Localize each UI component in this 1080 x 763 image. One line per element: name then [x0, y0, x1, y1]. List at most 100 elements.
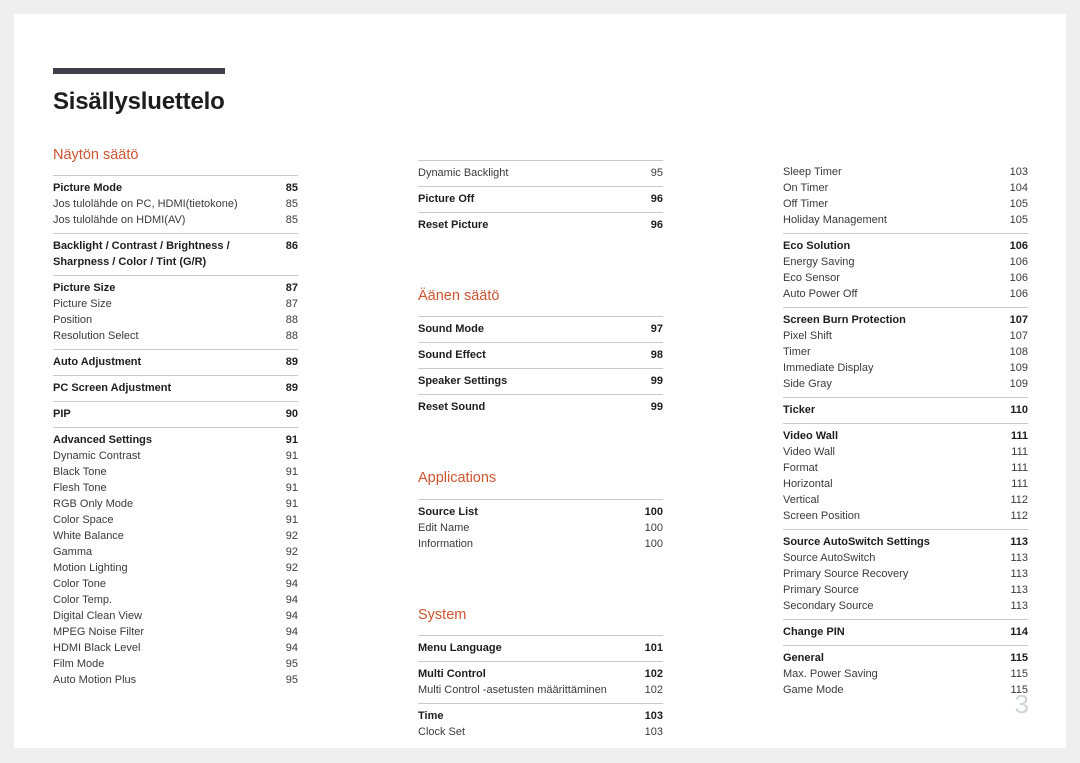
- toc-entry-heading[interactable]: Screen Burn Protection 107: [783, 312, 1028, 328]
- toc-entry-heading[interactable]: Ticker 110: [783, 402, 1028, 418]
- toc-entry-page: 94: [285, 578, 298, 591]
- toc-entry-heading[interactable]: Picture Mode 85: [53, 180, 298, 196]
- toc-entry[interactable]: Max. Power Saving 115: [783, 666, 1028, 682]
- toc-entry[interactable]: Vertical 112: [783, 492, 1028, 508]
- toc-group: General 115 Max. Power Saving 115 Game Mode 1…: [783, 645, 1028, 703]
- toc-entry[interactable]: Game Mode 115: [783, 682, 1028, 698]
- toc-entry-heading[interactable]: Source List 100: [418, 504, 663, 520]
- toc-entry[interactable]: Gamma 92: [53, 544, 298, 560]
- toc-entry-heading[interactable]: Sound Mode 97: [418, 321, 663, 337]
- toc-entry[interactable]: Picture Size 87: [53, 296, 298, 312]
- toc-entry-page: 94: [285, 642, 298, 655]
- toc-column-1: Näytön säätö Picture Mode 85 Jos tulolähde …: [53, 147, 298, 745]
- toc-entry[interactable]: Position 88: [53, 312, 298, 328]
- toc-entry-label: Picture Mode: [53, 182, 123, 195]
- toc-entry[interactable]: Information 100: [418, 536, 663, 552]
- toc-entry[interactable]: Primary Source 113: [783, 582, 1028, 598]
- toc-entry-label: PIP: [53, 408, 71, 421]
- toc-entry[interactable]: Source AutoSwitch 113: [783, 550, 1028, 566]
- toc-entry-label: Side Gray: [783, 378, 832, 390]
- toc-entry[interactable]: HDMI Black Level 94: [53, 640, 298, 656]
- toc-entry-heading[interactable]: Eco Solution 106: [783, 238, 1028, 254]
- toc-entry[interactable]: MPEG Noise Filter 94: [53, 624, 298, 640]
- toc-entry-page: 98: [650, 349, 663, 362]
- toc-entry[interactable]: Clock Set 103: [418, 724, 663, 740]
- toc-entry[interactable]: Screen Position 112: [783, 508, 1028, 524]
- toc-entry[interactable]: Color Space 91: [53, 512, 298, 528]
- toc-entry-heading[interactable]: Menu Language 101: [418, 640, 663, 656]
- toc-entry[interactable]: Auto Motion Plus 95: [53, 672, 298, 688]
- toc-entry-heading[interactable]: Auto Adjustment 89: [53, 354, 298, 370]
- toc-column-3: Sleep Timer 103 On Timer 104 Off Timer 105 Hol…: [783, 147, 1028, 745]
- toc-entry-heading[interactable]: Video Wall 111: [783, 428, 1028, 444]
- toc-entry-page: 107: [1009, 330, 1028, 342]
- toc-entry[interactable]: Edit Name 100: [418, 520, 663, 536]
- toc-entry-label: Motion Lighting: [53, 562, 128, 575]
- toc-entry-heading[interactable]: Sound Effect 98: [418, 347, 663, 363]
- toc-entry[interactable]: White Balance 92: [53, 528, 298, 544]
- toc-entry[interactable]: Energy Saving 106: [783, 254, 1028, 270]
- toc-entry[interactable]: Auto Power Off 106: [783, 286, 1028, 302]
- toc-entry-heading[interactable]: Time 103: [418, 708, 663, 724]
- title-block: Sisällysluettelo: [53, 68, 225, 116]
- toc-entry-heading[interactable]: General 115: [783, 650, 1028, 666]
- toc-entry-heading[interactable]: Reset Sound 99: [418, 399, 663, 415]
- toc-entry[interactable]: Multi Control -asetusten määrittäminen 10…: [418, 682, 663, 698]
- toc-entry-page: 96: [650, 193, 663, 205]
- toc-entry[interactable]: Color Tone 94: [53, 576, 298, 592]
- toc-entry[interactable]: Eco Sensor 106: [783, 270, 1028, 286]
- toc-entry[interactable]: Timer 108: [783, 344, 1028, 360]
- toc-entry[interactable]: Pixel Shift 107: [783, 328, 1028, 344]
- section-heading: Näytön säätö: [53, 147, 139, 163]
- toc-entry-page: 115: [1010, 668, 1028, 680]
- toc-entry-heading[interactable]: Picture Size 87: [53, 280, 298, 296]
- toc-entry[interactable]: Primary Source Recovery 113: [783, 566, 1028, 582]
- toc-entry[interactable]: Side Gray 109: [783, 376, 1028, 392]
- toc-entry[interactable]: Color Temp. 94: [53, 592, 298, 608]
- toc-entry[interactable]: Horizontal 111: [783, 476, 1028, 492]
- toc-entry-label: Picture Off: [418, 193, 475, 205]
- toc-entry[interactable]: Motion Lighting 92: [53, 560, 298, 576]
- toc-entry-label: Auto Adjustment: [53, 356, 142, 369]
- toc-entry-heading[interactable]: Reset Picture 96: [418, 217, 663, 233]
- toc-entry[interactable]: Secondary Source 113: [783, 598, 1028, 614]
- toc-entry-label: Game Mode: [783, 684, 844, 696]
- toc-entry[interactable]: Resolution Select 88: [53, 328, 298, 344]
- toc-group: Speaker Settings 99: [418, 368, 663, 394]
- toc-group: Source List 100 Edit Name 100 Information 100: [418, 498, 663, 557]
- toc-entry-heading[interactable]: Source AutoSwitch Settings 113: [783, 534, 1028, 550]
- toc-entry[interactable]: Sleep Timer 103: [783, 164, 1028, 180]
- toc-entry[interactable]: On Timer 104: [783, 180, 1028, 196]
- toc-entry[interactable]: Digital Clean View 94: [53, 608, 298, 624]
- toc-entry-heading[interactable]: PC Screen Adjustment 89: [53, 380, 298, 396]
- toc-entry[interactable]: Black Tone 91: [53, 464, 298, 480]
- toc-entry[interactable]: Immediate Display 109: [783, 360, 1028, 376]
- toc-entry-heading[interactable]: Backlight / Contrast / Brightness / Shar…: [53, 238, 298, 270]
- toc-group: Time 103 Clock Set 103: [418, 703, 663, 745]
- toc-entry[interactable]: Dynamic Contrast 91: [53, 448, 298, 464]
- toc-entry[interactable]: Off Timer 105: [783, 196, 1028, 212]
- toc-entry-heading[interactable]: PIP 90: [53, 406, 298, 422]
- toc-entry[interactable]: Film Mode 95: [53, 656, 298, 672]
- toc-entry-label: Auto Motion Plus: [53, 674, 137, 687]
- toc-entry-label: Pixel Shift: [783, 330, 832, 342]
- toc-entry-label: Horizontal: [783, 478, 833, 490]
- toc-entry-heading[interactable]: Multi Control 102: [418, 666, 663, 682]
- toc-entry-heading[interactable]: Change PIN 114: [783, 624, 1028, 640]
- toc-entry-label: Resolution Select: [53, 330, 139, 343]
- toc-entry[interactable]: Flesh Tone 91: [53, 480, 298, 496]
- toc-entry[interactable]: RGB Only Mode 91: [53, 496, 298, 512]
- toc-entry[interactable]: Jos tulolähde on HDMI(AV) 85: [53, 212, 298, 228]
- toc-entry-label: Position: [53, 314, 93, 327]
- toc-entry-heading[interactable]: Speaker Settings 99: [418, 373, 663, 389]
- toc-entry[interactable]: Format 111: [783, 460, 1028, 476]
- toc-group: Picture Size 87 Picture Size 87 Position 88 Re…: [53, 275, 298, 349]
- toc-entry[interactable]: Dynamic Backlight 95: [418, 165, 663, 181]
- toc-entry[interactable]: Jos tulolähde on PC, HDMI(tietokone) 85: [53, 196, 298, 212]
- toc-entry-page: 89: [285, 382, 298, 395]
- toc-entry-heading[interactable]: Picture Off 96: [418, 191, 663, 207]
- toc-column-2: Dynamic Backlight 95 Picture Off 96 Reset Pi…: [418, 147, 663, 745]
- toc-entry-heading[interactable]: Advanced Settings 91: [53, 432, 298, 448]
- toc-entry[interactable]: Video Wall 111: [783, 444, 1028, 460]
- toc-entry[interactable]: Holiday Management 105: [783, 212, 1028, 228]
